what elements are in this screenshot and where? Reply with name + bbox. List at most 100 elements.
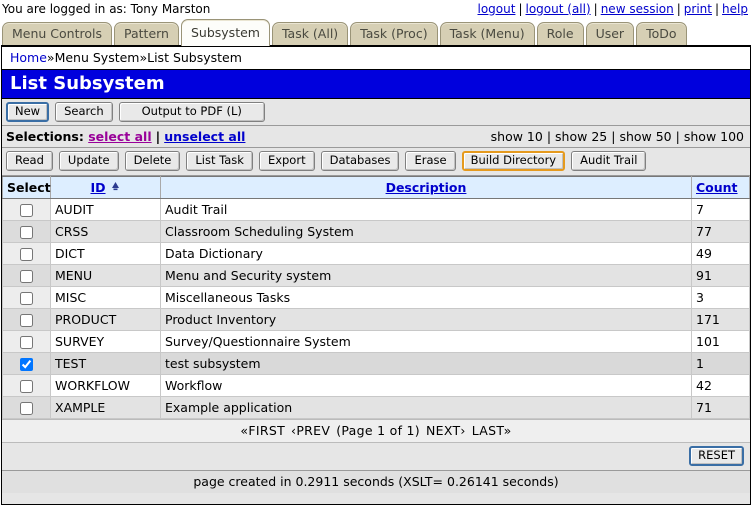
new-button[interactable]: New: [6, 102, 49, 122]
show-25-option[interactable]: show 25: [555, 129, 607, 144]
table-row[interactable]: AUDIT Audit Trail 7: [3, 199, 750, 221]
row-count: 171: [692, 309, 750, 331]
logout-all-link[interactable]: logout (all): [526, 2, 591, 16]
row-checkbox[interactable]: [20, 358, 33, 371]
tab-subsystem[interactable]: Subsystem: [181, 19, 270, 46]
login-status-text: You are logged in as: Tony Marston: [2, 2, 210, 16]
row-checkbox[interactable]: [20, 270, 33, 283]
pager-last[interactable]: LAST»: [472, 423, 512, 438]
login-bar: You are logged in as: Tony Marston logou…: [0, 0, 752, 17]
audit-trail-button[interactable]: Audit Trail: [571, 151, 646, 171]
column-header-count[interactable]: Count: [692, 177, 750, 199]
sort-by-count-link[interactable]: Count: [696, 180, 738, 195]
print-link[interactable]: print: [684, 2, 712, 16]
logout-link[interactable]: logout: [478, 2, 516, 16]
show-10-option[interactable]: show 10: [491, 129, 543, 144]
column-header-id[interactable]: ID: [51, 177, 161, 199]
main-frame: Home»Menu System»List Subsystem List Sub…: [1, 45, 751, 505]
tab-task-menu[interactable]: Task (Menu): [440, 22, 535, 46]
select-all-link[interactable]: select all: [88, 129, 151, 144]
search-button[interactable]: Search: [55, 102, 113, 122]
row-checkbox[interactable]: [20, 226, 33, 239]
row-count: 7: [692, 199, 750, 221]
list-task-button[interactable]: List Task: [186, 151, 253, 171]
pager-next[interactable]: NEXT›: [426, 423, 466, 438]
tab-task-proc[interactable]: Task (Proc): [350, 22, 437, 46]
breadcrumb-home-link[interactable]: Home: [10, 50, 47, 65]
read-button[interactable]: Read: [6, 151, 53, 171]
unselect-all-link[interactable]: unselect all: [164, 129, 245, 144]
row-select-cell[interactable]: [3, 375, 51, 397]
tab-todo[interactable]: ToDo: [636, 22, 686, 46]
column-header-description[interactable]: Description: [161, 177, 692, 199]
erase-button[interactable]: Erase: [405, 151, 455, 171]
row-checkbox[interactable]: [20, 336, 33, 349]
row-description: Miscellaneous Tasks: [161, 287, 692, 309]
table-row[interactable]: MENU Menu and Security system 91: [3, 265, 750, 287]
sort-by-id-link[interactable]: ID: [90, 180, 105, 195]
selections-group: Selections: select all |unselect all: [6, 129, 245, 144]
tab-menu-controls[interactable]: Menu Controls: [2, 22, 112, 46]
table-row[interactable]: DICT Data Dictionary 49: [3, 243, 750, 265]
row-checkbox[interactable]: [20, 292, 33, 305]
subsystem-table: Select ID Description Count AUDIT Audit …: [2, 176, 750, 419]
row-count: 91: [692, 265, 750, 287]
row-count: 71: [692, 397, 750, 419]
row-description: Product Inventory: [161, 309, 692, 331]
pager-prev[interactable]: ‹PREV: [291, 423, 330, 438]
delete-button[interactable]: Delete: [125, 151, 181, 171]
table-row[interactable]: SURVEY Survey/Questionnaire System 101: [3, 331, 750, 353]
row-select-cell[interactable]: [3, 309, 51, 331]
reset-button[interactable]: RESET: [689, 446, 744, 466]
sort-by-description-link[interactable]: Description: [386, 180, 467, 195]
row-select-cell[interactable]: [3, 353, 51, 375]
new-session-link[interactable]: new session: [601, 2, 674, 16]
row-select-cell[interactable]: [3, 199, 51, 221]
link-separator: |: [518, 2, 522, 16]
selections-separator: |: [156, 129, 161, 144]
row-checkbox[interactable]: [20, 380, 33, 393]
breadcrumb: Home»Menu System»List Subsystem: [2, 47, 750, 69]
row-id: SURVEY: [51, 331, 161, 353]
row-select-cell[interactable]: [3, 243, 51, 265]
selections-label: Selections:: [6, 129, 84, 144]
build-directory-button[interactable]: Build Directory: [462, 151, 566, 171]
databases-button[interactable]: Databases: [321, 151, 400, 171]
row-select-cell[interactable]: [3, 331, 51, 353]
row-select-cell[interactable]: [3, 397, 51, 419]
row-description: Workflow: [161, 375, 692, 397]
tab-role[interactable]: Role: [537, 22, 584, 46]
update-button[interactable]: Update: [59, 151, 119, 171]
primary-toolbar: New Search Output to PDF (L): [2, 99, 750, 126]
table-row[interactable]: XAMPLE Example application 71: [3, 397, 750, 419]
show-separator: |: [676, 129, 680, 144]
page-footer: page created in 0.2911 seconds (XSLT= 0.…: [2, 471, 750, 493]
table-row[interactable]: PRODUCT Product Inventory 171: [3, 309, 750, 331]
tab-user[interactable]: User: [586, 22, 635, 46]
row-checkbox[interactable]: [20, 204, 33, 217]
row-id: TEST: [51, 353, 161, 375]
table-row[interactable]: CRSS Classroom Scheduling System 77: [3, 221, 750, 243]
row-description: Menu and Security system: [161, 265, 692, 287]
export-button[interactable]: Export: [259, 151, 315, 171]
row-checkbox[interactable]: [20, 314, 33, 327]
table-row-selected[interactable]: TEST test subsystem 1: [3, 353, 750, 375]
row-count: 1: [692, 353, 750, 375]
show-100-option[interactable]: show 100: [684, 129, 744, 144]
tab-pattern[interactable]: Pattern: [114, 22, 179, 46]
show-50-option[interactable]: show 50: [619, 129, 671, 144]
row-id: XAMPLE: [51, 397, 161, 419]
row-select-cell[interactable]: [3, 221, 51, 243]
table-row[interactable]: MISC Miscellaneous Tasks 3: [3, 287, 750, 309]
tab-task-all[interactable]: Task (All): [272, 22, 348, 46]
table-row[interactable]: WORKFLOW Workflow 42: [3, 375, 750, 397]
row-checkbox[interactable]: [20, 402, 33, 415]
row-select-cell[interactable]: [3, 265, 51, 287]
pagination-bar: «FIRST‹PREV(Page 1 of 1)NEXT›LAST»: [2, 419, 750, 443]
help-link[interactable]: help: [722, 2, 748, 16]
row-checkbox[interactable]: [20, 248, 33, 261]
row-select-cell[interactable]: [3, 287, 51, 309]
output-to-pdf-button[interactable]: Output to PDF (L): [119, 102, 265, 122]
pager-first[interactable]: «FIRST: [240, 423, 285, 438]
row-id: MENU: [51, 265, 161, 287]
